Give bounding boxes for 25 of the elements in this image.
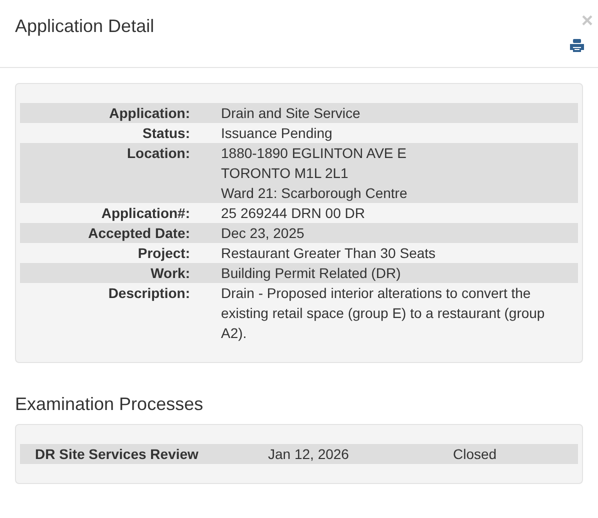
detail-value: Restaurant Greater Than 30 Seats <box>221 244 437 263</box>
detail-label: Application: <box>108 104 190 123</box>
detail-label: Work: <box>150 264 190 283</box>
process-status: Closed <box>453 445 498 464</box>
detail-value: Drain and Site Service <box>221 104 362 123</box>
detail-label: Application#: <box>100 204 190 223</box>
process-date: Jan 12, 2026 <box>268 445 350 464</box>
detail-value: Ward 21: Scarborough Centre <box>221 184 408 203</box>
detail-value: Dec 23, 2025 <box>221 224 306 243</box>
print-icon[interactable] <box>570 39 584 52</box>
detail-label: Location: <box>126 144 190 163</box>
section-heading: Examination Processes <box>15 394 204 414</box>
detail-label: Project: <box>136 244 190 263</box>
detail-value: 1880-1890 EGLINTON AVE E <box>221 144 408 163</box>
detail-value: 25 269244 DRN 00 DR <box>221 204 366 223</box>
detail-label: Status: <box>142 124 190 143</box>
detail-value: Issuance Pending <box>221 124 334 143</box>
detail-value: Building Permit Related (DR) <box>221 264 402 283</box>
close-button[interactable]: × <box>581 13 593 29</box>
process-name: DR Site Services Review <box>35 445 200 464</box>
detail-label: Accepted Date: <box>87 224 190 243</box>
detail-value: TORONTO M1L 2L1 <box>221 164 350 183</box>
dialog-title: Application Detail <box>15 16 154 38</box>
detail-value: Drain - Proposed interior alterations to convert the existing retail space (group E) to a restaurant (group A2). <box>221 284 546 343</box>
detail-label: Description: <box>107 284 190 303</box>
